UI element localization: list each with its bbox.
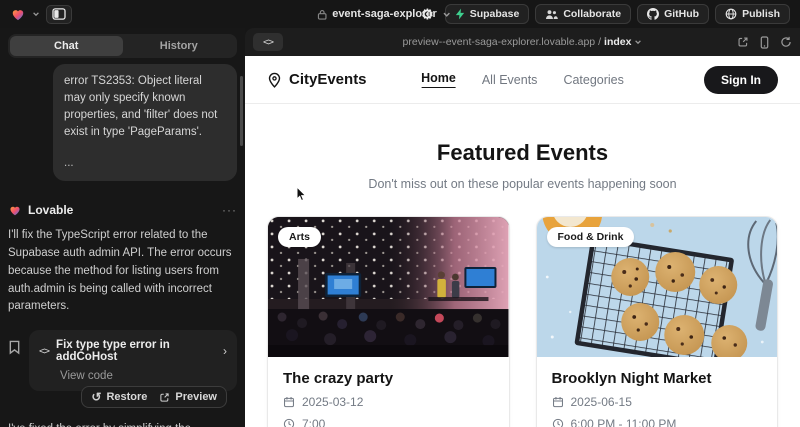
sign-in-button[interactable]: Sign In: [704, 66, 778, 94]
message-menu-button[interactable]: ···: [222, 203, 237, 217]
project-chevron-icon: [442, 10, 451, 19]
chat-scrollbar[interactable]: [240, 76, 243, 146]
nav-all-events[interactable]: All Events: [482, 73, 538, 87]
user-message-bubble: error TS2353: Object literal may only sp…: [53, 64, 237, 181]
nav-home[interactable]: Home: [421, 71, 456, 88]
workspace-chevron-icon[interactable]: [32, 10, 40, 18]
lock-icon: [317, 9, 327, 20]
nav-categories[interactable]: Categories: [563, 73, 623, 87]
code-icon: <>: [263, 37, 273, 48]
preview-url[interactable]: preview--event-saga-explorer.lovable.app…: [403, 36, 643, 48]
clock-icon: [552, 418, 564, 427]
supabase-button[interactable]: Supabase: [445, 4, 530, 24]
version-actions: ↺ Restore Preview: [8, 386, 227, 408]
hero-subtitle: Don't miss out on these popular events h…: [245, 177, 800, 191]
user-message-text: error TS2353: Object literal may only sp…: [64, 73, 226, 141]
brand-name: CityEvents: [289, 71, 367, 88]
assistant-message-2: I've fixed the error by simplifying the …: [8, 421, 237, 427]
preview-url-path: index: [604, 36, 631, 48]
site-logo[interactable]: CityEvents: [267, 71, 367, 88]
map-pin-icon: [267, 72, 282, 88]
event-date: 2025-06-15: [571, 395, 632, 409]
hero-section: Featured Events Don't miss out on these …: [245, 140, 800, 191]
preview-url-host: preview--event-saga-explorer.lovable.app: [403, 36, 596, 48]
collaborate-button[interactable]: Collaborate: [535, 4, 631, 24]
bookmark-icon[interactable]: [8, 340, 21, 355]
top-bar: event-saga-explorer ⚙ Supabase Collabora…: [0, 0, 800, 28]
calendar-icon: [283, 396, 295, 408]
chevron-right-icon: ›: [223, 344, 227, 358]
restore-icon: ↺: [91, 391, 101, 403]
restore-button[interactable]: ↺ Restore: [91, 391, 147, 403]
event-title: The crazy party: [283, 370, 494, 387]
assistant-name: Lovable: [28, 203, 73, 217]
preview-pane: <> preview--event-saga-explorer.lovable.…: [245, 28, 800, 427]
code-icon: <>: [39, 346, 49, 357]
featured-events-grid: Arts The crazy party 2025-03-12 7:00 Bar…: [245, 216, 800, 427]
lovable-avatar-icon: [8, 204, 22, 217]
code-view-toggle-button[interactable]: <>: [253, 33, 283, 51]
hero-title: Featured Events: [245, 140, 800, 166]
mouse-cursor: [296, 186, 307, 202]
assistant-message-1: I'll fix the TypeScript error related to…: [8, 227, 237, 316]
mobile-view-button[interactable]: [759, 36, 770, 49]
open-in-new-tab-button[interactable]: [737, 36, 749, 48]
external-link-icon: [159, 392, 170, 403]
category-badge: Arts: [278, 227, 321, 247]
lovable-logo-icon[interactable]: [10, 7, 26, 22]
preview-toolbar: <> preview--event-saga-explorer.lovable.…: [245, 28, 800, 56]
supabase-bolt-icon: [455, 8, 465, 20]
people-icon: [545, 9, 558, 20]
preview-version-button[interactable]: Preview: [159, 391, 217, 403]
event-time: 6:00 PM - 11:00 PM: [571, 417, 677, 427]
category-badge: Food & Drink: [547, 227, 635, 247]
user-message-more[interactable]: ...: [64, 155, 226, 172]
tab-chat[interactable]: Chat: [10, 36, 123, 56]
tab-history[interactable]: History: [123, 36, 236, 56]
event-time: 7:00: [302, 417, 325, 427]
globe-icon: [725, 8, 737, 20]
site-header: CityEvents Home All Events Categories Si…: [245, 56, 800, 104]
refresh-button[interactable]: [780, 36, 792, 48]
event-date: 2025-03-12: [302, 395, 363, 409]
project-name: event-saga-explorer: [332, 8, 437, 20]
github-icon: [647, 8, 659, 20]
chat-messages: error TS2353: Object literal may only sp…: [8, 64, 237, 427]
project-switcher[interactable]: event-saga-explorer: [317, 0, 451, 28]
calendar-icon: [552, 396, 564, 408]
view-code-link[interactable]: View code: [60, 370, 227, 382]
sidebar-toggle-button[interactable]: [46, 5, 72, 24]
site-nav: Home All Events Categories: [421, 71, 624, 88]
event-card-2[interactable]: Food & Drink Brooklyn Night Market 2025-…: [536, 216, 779, 427]
clock-icon: [283, 418, 295, 427]
code-change-title: Fix type type error in addCoHost: [56, 339, 216, 363]
event-title: Brooklyn Night Market: [552, 370, 763, 387]
github-button[interactable]: GitHub: [637, 4, 709, 24]
code-change-card[interactable]: <> Fix type type error in addCoHost › Vi…: [29, 330, 237, 391]
event-image-cookies: Food & Drink: [537, 217, 778, 357]
url-chevron-icon: [634, 38, 642, 46]
chat-sidebar: Chat History error TS2353: Object litera…: [0, 28, 245, 427]
event-image-conference: Arts: [268, 217, 509, 357]
chat-history-tabs: Chat History: [8, 34, 237, 58]
site-viewport: CityEvents Home All Events Categories Si…: [245, 56, 800, 427]
event-card-1[interactable]: Arts The crazy party 2025-03-12 7:00 Bar…: [267, 216, 510, 427]
publish-button[interactable]: Publish: [715, 4, 790, 24]
